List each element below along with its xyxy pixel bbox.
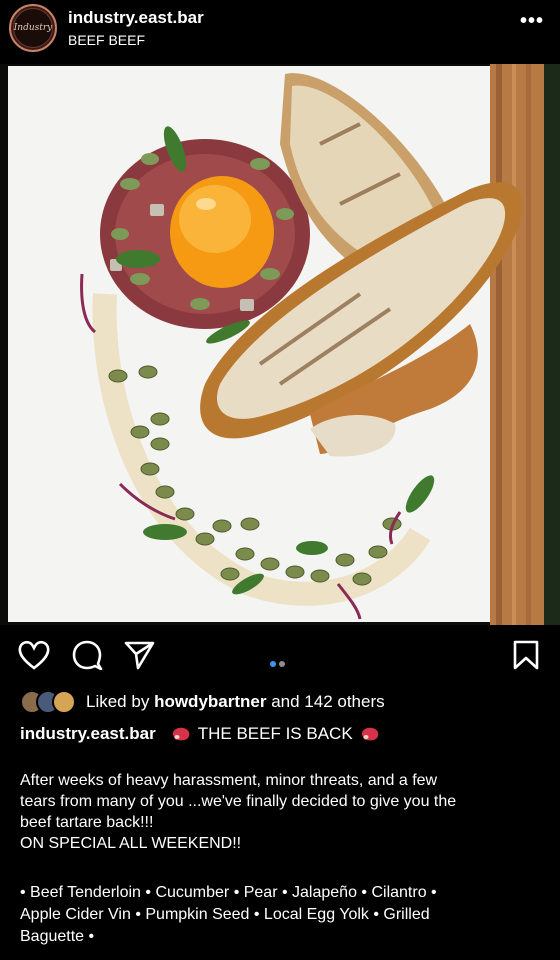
caption-ingredients: • Beef Tenderloin • Cucumber • Pear • Ja… <box>20 882 550 948</box>
caption-body-line: After weeks of heavy harassment, minor t… <box>20 772 438 789</box>
avatar-logo: Industry <box>13 8 53 48</box>
likes-summary[interactable]: Liked by howdybartner and 142 others <box>20 690 385 714</box>
caption-headline: THE BEEF IS BACK <box>197 724 353 743</box>
caption-body-line: tears from many of you ...we've finally … <box>20 793 457 810</box>
caption-body-line: beef tartare back!!! <box>20 814 154 831</box>
caption-body: After weeks of heavy harassment, minor t… <box>20 770 550 854</box>
carousel-dot-active <box>270 661 276 667</box>
heart-icon[interactable] <box>18 640 50 675</box>
likes-count[interactable]: and 142 others <box>271 692 384 712</box>
liker-avatars <box>20 690 76 714</box>
avatar-logo-text: Industry <box>13 23 53 33</box>
food-photo-illustration <box>0 64 560 625</box>
post-location[interactable]: BEEF BEEF <box>68 32 145 48</box>
ingredients-line: Apple Cider Vin • Pumpkin Seed • Local E… <box>20 906 430 923</box>
ingredients-line: Baguette • <box>20 928 95 945</box>
carousel-dot <box>279 661 285 667</box>
steak-icon <box>172 727 190 741</box>
post-username[interactable]: industry.east.bar <box>68 8 204 28</box>
likes-user[interactable]: howdybartner <box>154 692 266 712</box>
caption-body-line: ON SPECIAL ALL WEEKEND!! <box>20 835 242 852</box>
comment-icon[interactable] <box>72 640 104 675</box>
post-header: Industry industry.east.bar BEEF BEEF ••• <box>0 0 560 60</box>
post-photo[interactable] <box>0 64 560 625</box>
profile-avatar[interactable]: Industry <box>9 4 57 52</box>
caption-header: industry.east.bar THE BEEF IS BACK <box>20 724 387 744</box>
ingredients-line: • Beef Tenderloin • Cucumber • Pear • Ja… <box>20 884 437 901</box>
bookmark-icon[interactable] <box>512 640 540 675</box>
more-options-icon[interactable]: ••• <box>520 10 544 33</box>
steak-icon <box>361 727 379 741</box>
likes-prefix: Liked by <box>86 692 150 711</box>
liker-avatar <box>52 690 76 714</box>
caption-username[interactable]: industry.east.bar <box>20 724 156 744</box>
carousel-indicator <box>270 654 288 672</box>
share-icon[interactable] <box>124 640 156 675</box>
